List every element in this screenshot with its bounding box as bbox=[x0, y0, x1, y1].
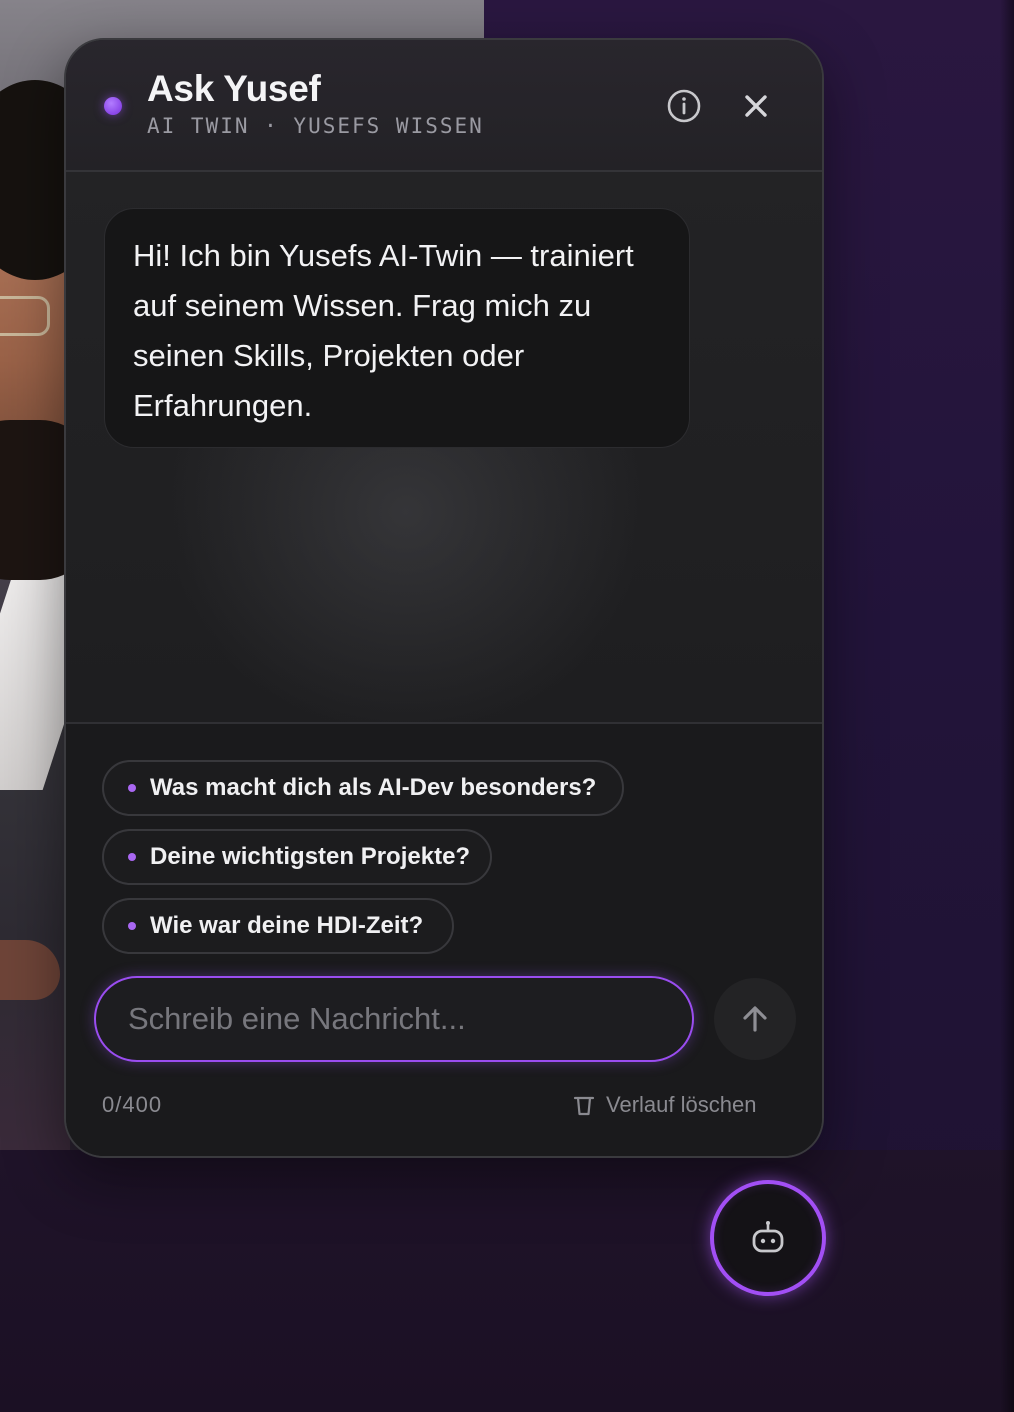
photo-glasses bbox=[0, 296, 50, 336]
status-dot bbox=[104, 97, 122, 115]
arrow-up-icon bbox=[743, 1006, 767, 1032]
message-input-wrapper bbox=[94, 976, 694, 1062]
send-button[interactable] bbox=[714, 978, 796, 1060]
chip-bullet bbox=[128, 784, 136, 792]
suggestion-label: Was macht dich als AI-Dev besonders? bbox=[150, 774, 597, 801]
robot-icon bbox=[752, 1221, 784, 1253]
suggestion-chip[interactable]: Wie war deine HDI-Zeit? bbox=[102, 898, 454, 954]
chip-bullet bbox=[128, 922, 136, 930]
trash-icon bbox=[573, 1096, 595, 1116]
suggestion-label: Deine wichtigsten Projekte? bbox=[150, 843, 471, 870]
suggestion-chip[interactable]: Was macht dich als AI-Dev besonders? bbox=[102, 760, 624, 816]
message-input[interactable] bbox=[96, 978, 692, 1060]
chip-bullet bbox=[128, 853, 136, 861]
suggestion-chip[interactable]: Deine wichtigsten Projekte? bbox=[102, 829, 492, 885]
chat-launcher-button[interactable] bbox=[710, 1180, 826, 1296]
chat-header: Ask Yusef AI TWIN · YUSEFS WISSEN bbox=[66, 40, 822, 172]
chat-panel: Ask Yusef AI TWIN · YUSEFS WISSEN Hi! Ic… bbox=[64, 38, 824, 1158]
chat-title: Ask Yusef bbox=[147, 68, 321, 109]
info-icon bbox=[667, 89, 701, 123]
assistant-message: Hi! Ich bin Yusefs AI-Twin — trainiert a… bbox=[104, 208, 690, 448]
page-background-bottom bbox=[0, 1150, 1014, 1412]
suggestion-label: Wie war deine HDI-Zeit? bbox=[150, 912, 424, 939]
character-counter: 0/400 bbox=[102, 1092, 163, 1117]
clear-history-button[interactable]: Verlauf löschen bbox=[572, 1088, 756, 1122]
composer-area: Was macht dich als AI-Dev besonders? Dei… bbox=[66, 724, 822, 1156]
close-button[interactable] bbox=[734, 84, 778, 128]
page-edge-shadow bbox=[1000, 0, 1014, 1412]
message-list: Hi! Ich bin Yusefs AI-Twin — trainiert a… bbox=[66, 172, 822, 724]
clear-history-label: Verlauf löschen bbox=[606, 1092, 757, 1117]
info-button[interactable] bbox=[662, 84, 706, 128]
close-icon bbox=[745, 95, 767, 117]
chat-subtitle: AI TWIN · YUSEFS WISSEN bbox=[147, 114, 484, 138]
